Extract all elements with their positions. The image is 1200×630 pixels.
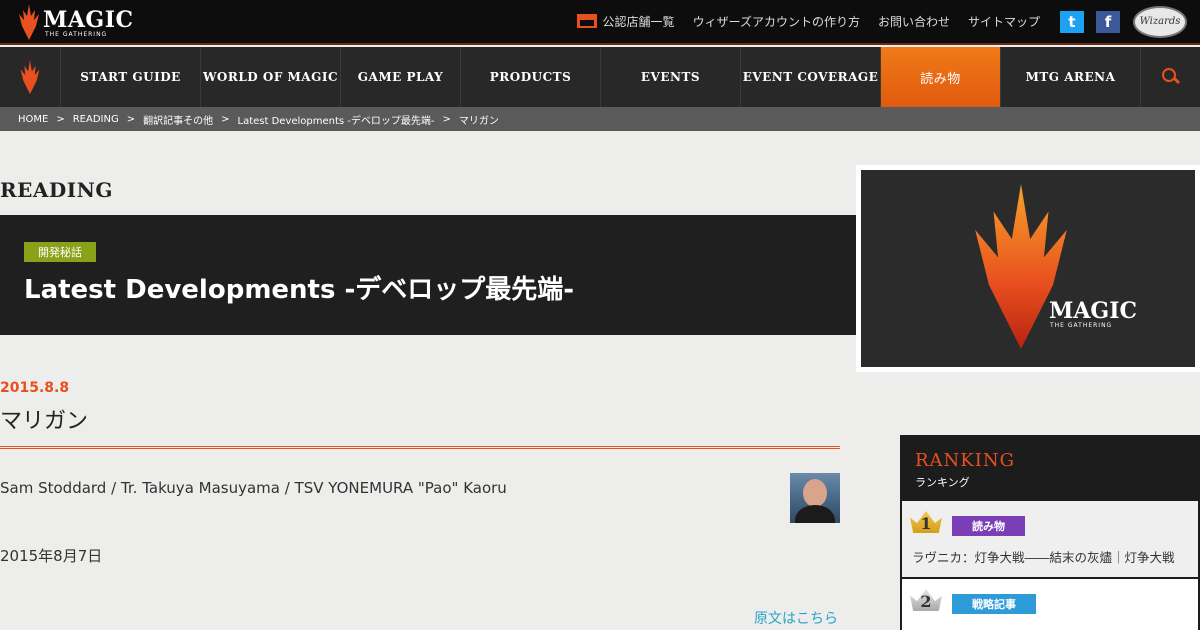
store-icon [576,14,597,28]
sitemap-link[interactable]: サイトマップ [968,13,1040,30]
ranking-panel: RANKING ランキング 1 読み物 ラヴニカ：灯争大戦――結末の灰燼｜灯争大… [900,435,1200,630]
article-authors: Sam Stoddard / Tr. Takuya Masuyama / TSV… [0,479,507,497]
planeswalker-icon [20,60,40,94]
promo-banner[interactable]: MAGIC THE GATHERING [856,165,1200,372]
logo-text: MAGIC [43,7,134,33]
nav-events[interactable]: EVENTS [601,47,741,107]
ranking-item[interactable]: 1 読み物 ラヴニカ：灯争大戦――結末の灰燼｜灯争大戦 [902,501,1198,577]
ranking-subtitle: ランキング [915,476,970,489]
promo-banner-inner: MAGIC THE GATHERING [861,170,1195,367]
nav-home-logo[interactable] [0,47,61,107]
wizards-logo[interactable]: Wizards [1133,6,1187,38]
gold-crown-icon: 1 [910,511,942,533]
author-avatar [790,473,840,523]
series-title: Latest Developments -デベロップ最先端- [24,275,575,305]
main-nav: START GUIDE WORLD OF MAGIC GAME PLAY PRO… [0,47,1200,107]
account-guide-link[interactable]: ウィザーズアカウントの作り方 [693,13,860,30]
promo-logo-subtext: THE GATHERING [1050,322,1113,329]
title-divider [0,446,840,449]
top-links: 公認店舗一覧 ウィザーズアカウントの作り方 お問い合わせ サイトマップ [576,13,1040,30]
silver-crown-icon: 2 [910,589,942,611]
article-title: マリガン [0,409,89,434]
nav-reading[interactable]: 読み物 [881,47,1001,107]
logo-subtext: THE GATHERING [45,31,108,38]
planeswalker-logo-icon [19,4,39,40]
breadcrumb-separator: > [56,113,65,125]
breadcrumb-reading[interactable]: READING [73,114,119,125]
ranking-item[interactable]: 2 戦略記事 [902,579,1198,630]
ranking-item-title: ラヴニカ：灯争大戦――結末の灰燼｜灯争大戦 [912,550,1175,565]
nav-products[interactable]: PRODUCTS [461,47,601,107]
ranking-category-badge: 読み物 [952,516,1025,536]
facebook-icon[interactable]: f [1096,11,1120,33]
article-date: 2015.8.8 [0,380,70,396]
nav-start-guide[interactable]: START GUIDE [61,47,201,107]
breadcrumb-current: マリガン [458,115,499,127]
store-locator-link[interactable]: 公認店舗一覧 [576,13,675,30]
breadcrumb-separator: > [126,113,136,125]
section-title: READING [0,178,113,202]
breadcrumb-separator: > [442,113,451,125]
site-logo[interactable]: MAGIC THE GATHERING [18,4,138,40]
nav-event-coverage[interactable]: EVENT COVERAGE [741,47,881,107]
category-badge[interactable]: 開発秘話 [24,242,96,262]
ranking-title: RANKING [915,450,1015,471]
nav-world-of-magic[interactable]: WORLD OF MAGIC [201,47,341,107]
nav-search-button[interactable] [1141,47,1200,107]
twitter-icon[interactable]: t [1060,11,1084,33]
nav-game-play[interactable]: GAME PLAY [341,47,461,107]
nav-mtg-arena[interactable]: MTG ARENA [1001,47,1141,107]
original-article-link[interactable]: 原文はこちら [754,608,838,628]
promo-logo-text: MAGIC [1049,298,1138,324]
breadcrumb-home[interactable]: HOME [18,114,48,125]
ranking-category-badge: 戦略記事 [952,594,1036,614]
breadcrumb: HOME > READING > 翻訳記事その他 > Latest Develo… [0,107,1200,131]
breadcrumb-translated[interactable]: 翻訳記事その他 [143,112,213,127]
top-bar: MAGIC THE GATHERING 公認店舗一覧 ウィザーズアカウントの作り… [0,0,1200,45]
article-publish-date: 2015年8月7日 [0,547,103,565]
breadcrumb-series[interactable]: Latest Developments -デベロップ最先端- [238,112,435,127]
contact-link[interactable]: お問い合わせ [878,13,950,30]
series-hero: 開発秘話 Latest Developments -デベロップ最先端- [0,215,856,335]
search-icon [1161,68,1180,86]
breadcrumb-separator: > [221,113,230,125]
